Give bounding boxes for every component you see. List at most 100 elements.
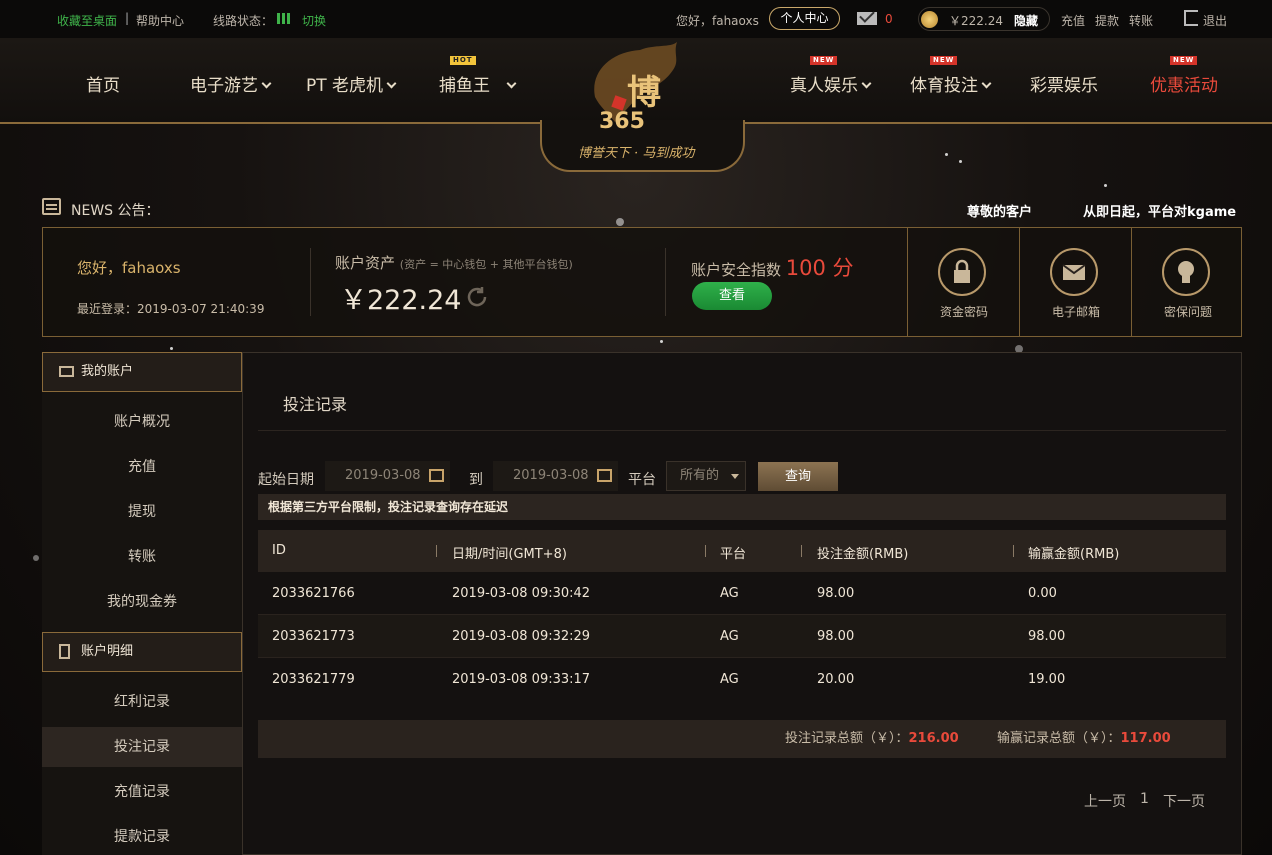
chevron-down-icon [981, 78, 992, 89]
sidebar-item-withdraw-records[interactable]: 提款记录 [42, 817, 242, 855]
sidebar-item-overview[interactable]: 账户概况 [42, 402, 242, 442]
divider [1013, 545, 1014, 557]
nav-sports[interactable]: 体育投注 [910, 71, 992, 96]
start-date-input[interactable]: 2019-03-08 [325, 461, 450, 491]
to-label: 到 [469, 472, 483, 488]
news-icon [42, 198, 61, 215]
sidebar-group-label: 账户明细 [81, 644, 134, 659]
assets-heading: 账户资产 (资产 = 中心钱包 + 其他平台钱包) [335, 252, 573, 273]
bet-total-label: 投注记录总额（￥）： [785, 731, 909, 746]
divider [705, 545, 706, 557]
start-date-value: 2019-03-08 [345, 468, 421, 483]
security-heading: 账户安全指数 100 分 [691, 252, 854, 282]
divider [310, 248, 311, 316]
transfer-link[interactable]: 转账 [1129, 12, 1153, 29]
nav-lottery[interactable]: 彩票娱乐 [1030, 71, 1098, 96]
news-marquee-text[interactable]: 从即日起，平台对kgame [1083, 201, 1242, 220]
mail-icon[interactable] [857, 12, 877, 25]
svg-text:365: 365 [599, 109, 645, 132]
new-badge: NEW [810, 56, 838, 65]
table-cell: AG [720, 629, 739, 644]
view-security-button[interactable]: 查看 [692, 282, 772, 310]
withdraw-link[interactable]: 提款 [1095, 12, 1119, 29]
logout-link[interactable]: 退出 [1203, 12, 1227, 29]
envelope-icon [1050, 248, 1098, 296]
sidebar-item-deposit-records[interactable]: 充值记录 [42, 772, 242, 812]
query-button[interactable]: 查询 [758, 462, 838, 491]
page-title: 投注记录 [283, 395, 348, 414]
table-cell: 20.00 [817, 672, 855, 687]
top-bar: 收藏至桌面 | 帮助中心 线路状态： 切换 您好，fahaoxs 个人中心 0 … [0, 0, 1272, 38]
security-label: 账户安全指数 [691, 261, 782, 279]
assets-note: (资产 = 中心钱包 + 其他平台钱包) [399, 258, 573, 271]
end-date-input[interactable]: 2019-03-08 [493, 461, 618, 491]
table-cell: 0.00 [1028, 586, 1057, 601]
new-badge: NEW [1170, 56, 1198, 65]
sidebar-item-transfer[interactable]: 转账 [42, 537, 242, 577]
logo-slogan: 博誉天下 · 马到成功 [578, 146, 695, 161]
deposit-link[interactable]: 充值 [1061, 12, 1085, 29]
prev-page-link[interactable]: 上一页 [1084, 791, 1126, 811]
table-header: ID 日期/时间(GMT+8) 平台 投注金额(RMB) 输赢金额(RMB) [258, 530, 1226, 572]
sidebar: 我的账户 账户概况 充值 提现 转账 我的现金券 账户明细 红利记录 投注记录 … [42, 352, 243, 855]
nav-live-casino[interactable]: 真人娱乐 [790, 71, 872, 96]
bet-total: 投注记录总额（￥）：216.00 [785, 720, 959, 758]
refresh-icon[interactable] [465, 285, 489, 309]
sidebar-item-withdraw[interactable]: 提现 [42, 492, 242, 532]
bet-total-value: 216.00 [908, 731, 959, 746]
bookmark-link[interactable]: 收藏至桌面 [57, 12, 117, 29]
nav-fishing[interactable]: 捕鱼王 [439, 71, 517, 96]
lock-icon [938, 248, 986, 296]
email-cell[interactable]: 电子邮箱 [1019, 228, 1131, 336]
platform-select[interactable]: 所有的 [666, 461, 746, 491]
news-marquee-text[interactable]: 尊敬的客户 [967, 201, 1032, 220]
calculator-icon [59, 644, 70, 659]
divider: | [125, 11, 130, 25]
table-row: 2033621773 2019-03-08 09:32:29 AG 98.00 … [258, 615, 1226, 658]
nav-home[interactable]: 首页 [86, 71, 120, 96]
logout-icon[interactable] [1184, 10, 1198, 26]
line-status-label: 线路状态： [213, 14, 274, 28]
table-cell: 98.00 [817, 629, 855, 644]
svg-text:博: 博 [627, 73, 661, 113]
page-number[interactable]: 1 [1140, 791, 1149, 807]
help-center-link[interactable]: 帮助中心 [136, 12, 184, 29]
nav-promotions[interactable]: 优惠活动 [1150, 71, 1218, 96]
column-header: 输赢金额(RMB) [1028, 547, 1120, 562]
table-cell: AG [720, 672, 739, 687]
platform-label: 平台 [628, 472, 656, 488]
nav-egames[interactable]: 电子游艺 [190, 71, 272, 96]
star-decoration [945, 153, 948, 156]
totals-bar: 投注记录总额（￥）：216.00 输赢记录总额（￥）：117.00 [258, 720, 1226, 758]
sidebar-item-bet-records[interactable]: 投注记录 [42, 727, 242, 767]
signal-icon [277, 13, 293, 24]
logo[interactable]: 博 365 [585, 42, 695, 132]
calendar-icon[interactable] [429, 469, 444, 482]
sidebar-item-coupons[interactable]: 我的现金券 [42, 582, 242, 622]
switch-line-link[interactable]: 切换 [302, 12, 326, 29]
sidebar-group-my-account[interactable]: 我的账户 [42, 352, 242, 392]
sidebar-group-details[interactable]: 账户明细 [42, 632, 242, 672]
security-score: 100 分 [785, 256, 854, 280]
security-question-cell[interactable]: 密保问题 [1131, 228, 1243, 336]
sidebar-item-bonus-records[interactable]: 红利记录 [42, 682, 242, 722]
assets-label: 账户资产 [335, 254, 396, 272]
table-cell: 98.00 [817, 586, 855, 601]
calendar-icon[interactable] [597, 469, 612, 482]
last-login: 最近登录：2019-03-07 21:40:39 [77, 302, 265, 316]
topbar-balance: ￥222.24 [949, 14, 1003, 28]
sidebar-group-label: 我的账户 [81, 364, 134, 379]
column-header: 投注金额(RMB) [817, 547, 909, 562]
table-cell: 2019-03-08 09:33:17 [452, 672, 591, 687]
sidebar-item-deposit[interactable]: 充值 [42, 447, 242, 487]
next-page-link[interactable]: 下一页 [1163, 791, 1205, 811]
table-cell: 2033621773 [272, 629, 355, 644]
nav-pt-slots[interactable]: PT 老虎机 [306, 71, 397, 96]
personal-center-button[interactable]: 个人中心 [769, 7, 840, 30]
hide-balance-button[interactable]: 隐藏 [1014, 12, 1038, 29]
mail-count: 0 [885, 12, 893, 26]
fund-password-cell[interactable]: 资金密码 [907, 228, 1019, 336]
chevron-down-icon [506, 78, 517, 89]
table-cell: 98.00 [1028, 629, 1066, 644]
column-header: 日期/时间(GMT+8) [452, 547, 567, 562]
